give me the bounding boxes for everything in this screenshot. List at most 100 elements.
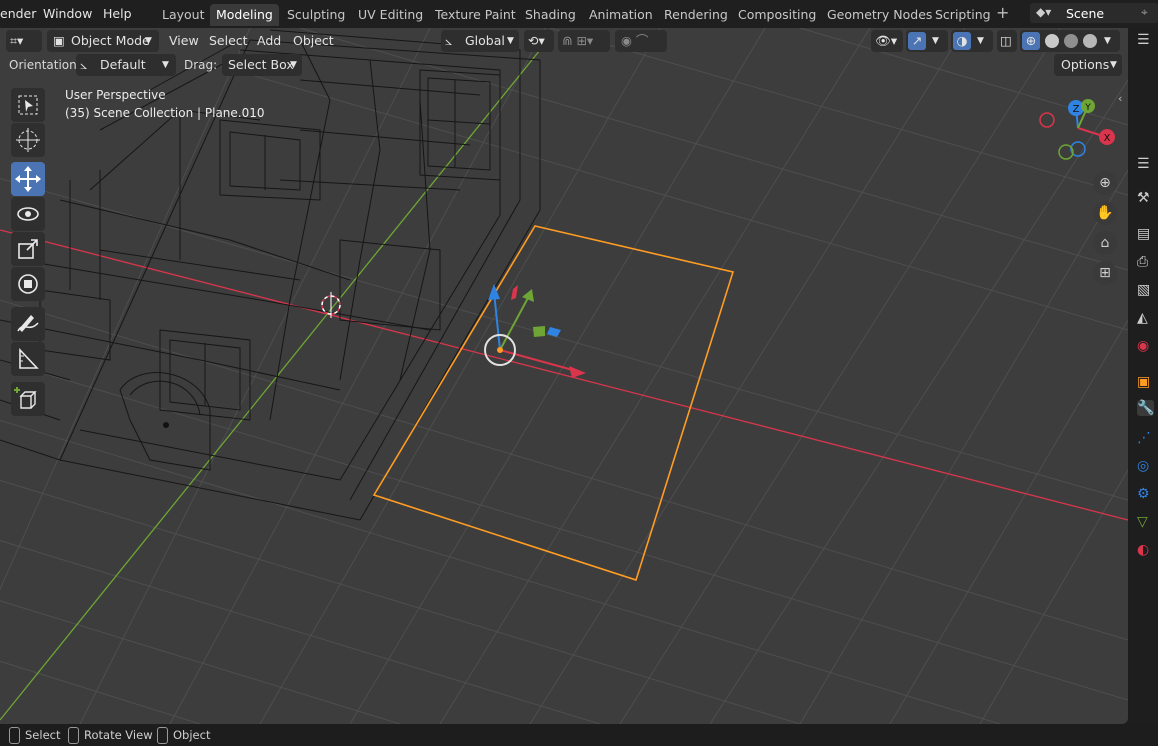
modifier-icon[interactable]: 🔧 xyxy=(1137,400,1155,416)
mouse-right-icon xyxy=(157,727,168,744)
object-props-icon[interactable]: ▣ xyxy=(1137,374,1150,390)
rotate-icon xyxy=(17,207,39,221)
menu-help[interactable]: Help xyxy=(103,6,132,21)
rotate-tool[interactable] xyxy=(11,197,45,231)
add-workspace-icon[interactable]: + xyxy=(996,3,1009,22)
xray-toggle[interactable]: ◫ xyxy=(997,30,1017,52)
mode-label: Object Mode xyxy=(71,33,150,48)
orientation-icon: ⦣ xyxy=(445,33,453,48)
menu-render[interactable]: ender xyxy=(0,6,36,21)
material-shading-icon[interactable] xyxy=(1064,34,1078,48)
orientation-selector[interactable]: ⦣ Default ▼ xyxy=(76,54,176,76)
chevron-down-icon: ▼ xyxy=(1110,60,1117,70)
menu-select[interactable]: Select xyxy=(209,30,248,52)
solid-shading-icon[interactable] xyxy=(1045,34,1059,48)
grid-perspective-icon[interactable]: ⊞ xyxy=(1093,261,1117,285)
scene-name[interactable]: Scene xyxy=(1066,6,1104,21)
menu-add[interactable]: Add xyxy=(257,30,281,52)
visibility-button[interactable]: 👁▾ xyxy=(871,30,903,52)
chevron-down-icon: ▼ xyxy=(507,36,514,46)
measure-tool[interactable] xyxy=(11,342,45,376)
rendered-shading-icon[interactable] xyxy=(1083,34,1097,48)
select-box-tool[interactable] xyxy=(11,88,45,122)
3d-viewport[interactable]: X Z Y ⌗▾ ▣ Object Mode ▼ View Select Add… xyxy=(0,28,1128,724)
menu-window[interactable]: Window xyxy=(43,6,92,21)
orientation-value: Default xyxy=(100,57,146,72)
shading-mode-group: ⊕ ▼ xyxy=(1020,30,1120,52)
options-button[interactable]: Options ▼ xyxy=(1054,54,1122,76)
tab-texture-paint[interactable]: Texture Paint xyxy=(429,4,522,26)
move-tool[interactable] xyxy=(11,162,45,196)
world-icon[interactable]: ◉ xyxy=(1137,338,1149,354)
tab-compositing[interactable]: Compositing xyxy=(732,4,822,26)
tab-rendering[interactable]: Rendering xyxy=(658,4,734,26)
orientation-gizmo[interactable]: X Z Y xyxy=(1039,99,1115,160)
tool-settings-icon[interactable]: ☰ xyxy=(1137,156,1150,172)
camera-icon[interactable]: ⌂ xyxy=(1093,231,1117,255)
collection-text: (35) Scene Collection | Plane.010 xyxy=(65,106,265,120)
chevron-down-icon: ▼ xyxy=(977,36,984,46)
floor-grid xyxy=(0,28,1128,724)
add-cube-tool[interactable] xyxy=(11,382,45,416)
transform-orientation-selector[interactable]: ⦣ Global ▼ xyxy=(441,30,519,52)
orientation-label: Orientation: xyxy=(9,58,81,72)
tab-modeling[interactable]: Modeling xyxy=(210,4,279,26)
overlay-toggle[interactable]: ◑ ▼ xyxy=(951,30,993,52)
transform-tool[interactable] xyxy=(11,267,45,301)
ruler-icon xyxy=(19,347,39,369)
drag-selector[interactable]: Select Box ▼ xyxy=(222,54,302,76)
cursor-tool[interactable] xyxy=(11,123,45,157)
mode-selector[interactable]: ▣ Object Mode ▼ xyxy=(47,30,159,52)
sidebar-toggle-icon[interactable]: ‹ xyxy=(1118,92,1122,105)
render-icon[interactable]: ▤ xyxy=(1137,226,1150,242)
outliner-icon[interactable]: ☰ xyxy=(1137,32,1150,48)
gizmo-icon: ↗ xyxy=(908,32,926,50)
drag-label: Drag: xyxy=(184,58,218,72)
constraints-icon[interactable]: ⚙ xyxy=(1137,486,1150,502)
wireframe-shading-icon[interactable]: ⊕ xyxy=(1022,32,1040,50)
tab-animation[interactable]: Animation xyxy=(583,4,659,26)
menu-object[interactable]: Object xyxy=(293,30,334,52)
zoom-icon[interactable]: ⊕ xyxy=(1093,171,1117,195)
annotate-tool[interactable] xyxy=(11,307,45,341)
pin-icon[interactable]: ⌖ xyxy=(1141,5,1148,20)
menu-view[interactable]: View xyxy=(169,30,199,52)
snapping-button[interactable]: ⋒ ⊞▾ xyxy=(558,30,610,52)
chevron-down-icon: ▼ xyxy=(145,36,152,46)
snap-icon: ⋒ ⊞▾ xyxy=(562,33,594,48)
gizmo-y-label: Y xyxy=(1084,103,1091,113)
scale-tool[interactable] xyxy=(11,232,45,266)
editor-type-button[interactable]: ⌗▾ xyxy=(6,30,42,52)
status-select: Select xyxy=(25,728,61,742)
pivot-icon: ⟲▾ xyxy=(528,33,545,48)
add-cube-icon xyxy=(14,387,37,409)
proportional-editing-button[interactable]: ◉ ⌒ xyxy=(615,30,667,52)
scene-icon[interactable]: ◆▾ xyxy=(1036,5,1051,19)
pivot-point-button[interactable]: ⟲▾ xyxy=(524,30,554,52)
tab-sculpting[interactable]: Sculpting xyxy=(281,4,351,26)
tab-scripting[interactable]: Scripting xyxy=(929,4,997,26)
output-icon[interactable]: ⎙ xyxy=(1137,254,1148,270)
pan-hand-icon[interactable]: ✋ xyxy=(1093,201,1117,225)
tool-icon[interactable]: ⚒ xyxy=(1137,190,1150,206)
xray-icon: ◫ xyxy=(1000,33,1012,48)
status-bar: Select Rotate View Object xyxy=(0,724,1158,746)
top-bar: ender Window Help Layout Modeling Sculpt… xyxy=(0,0,1158,28)
physics-icon[interactable]: ◎ xyxy=(1137,458,1149,474)
tab-geometry-nodes[interactable]: Geometry Nodes xyxy=(821,4,938,26)
gizmo-toggle[interactable]: ↗ ▼ xyxy=(906,30,948,52)
eye-icon: 👁▾ xyxy=(875,33,898,48)
tab-shading[interactable]: Shading xyxy=(519,4,582,26)
material-icon[interactable]: ◐ xyxy=(1137,542,1149,558)
move-gizmo[interactable] xyxy=(484,284,586,378)
tab-layout[interactable]: Layout xyxy=(156,4,211,26)
viewport-canvas[interactable]: X Z Y xyxy=(0,28,1128,724)
orientation-icon: ⦣ xyxy=(80,57,88,72)
view-layer-icon[interactable]: ▧ xyxy=(1137,282,1150,298)
tab-uv-editing[interactable]: UV Editing xyxy=(352,4,429,26)
particles-icon[interactable]: ⋰ xyxy=(1137,430,1151,446)
house-wireframe xyxy=(0,29,541,521)
mouse-middle-icon xyxy=(68,727,79,744)
data-icon[interactable]: ▽ xyxy=(1137,514,1148,530)
scene-props-icon[interactable]: ◭ xyxy=(1137,310,1148,326)
